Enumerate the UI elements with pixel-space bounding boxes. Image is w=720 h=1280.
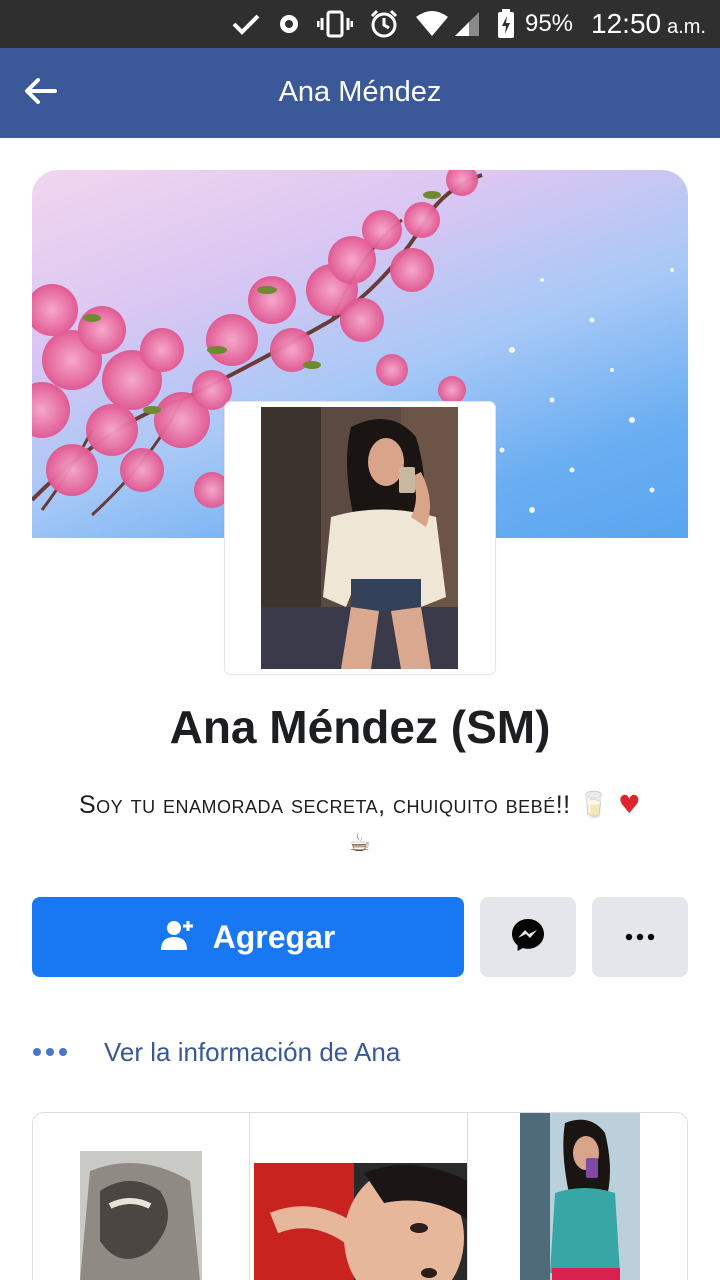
add-person-icon [160, 919, 195, 956]
profile-picture[interactable] [225, 402, 495, 674]
view-info-link[interactable]: Ver la información de Ana [32, 1030, 400, 1074]
photo-thumbnail[interactable] [33, 1113, 251, 1280]
status-bar: 95% 12:50 a.m. [0, 0, 720, 48]
photo-image [80, 1151, 202, 1280]
ellipsis-icon [32, 1047, 72, 1057]
more-horizontal-icon [625, 928, 655, 946]
add-friend-label: Agregar [212, 918, 336, 955]
view-info-label: Ver la información de Ana [104, 1036, 401, 1067]
vibrate-icon [316, 0, 353, 48]
photo-image [519, 1113, 640, 1280]
profile-photo [261, 407, 458, 669]
add-friend-button[interactable]: Agregar [32, 897, 464, 977]
battery-percent: 95% [524, 10, 574, 37]
profile-bio: Soy tu enamorada secreta, chuiquito bebé… [30, 786, 690, 862]
photos-grid [32, 1112, 688, 1280]
signal-icon [453, 0, 481, 48]
photo-image [254, 1163, 468, 1280]
profile-name: Ana Méndez (SM) [169, 701, 551, 753]
more-options-button[interactable] [592, 897, 688, 977]
messenger-button[interactable] [480, 897, 576, 977]
app-bar: Ana Méndez [0, 48, 720, 138]
photo-thumbnail[interactable] [467, 1113, 687, 1280]
messenger-icon [511, 918, 545, 957]
bio-text: Soy tu enamorada secreta, chuiquito bebé… [78, 791, 571, 819]
clock-ampm: a.m. [667, 15, 706, 38]
alarm-icon [369, 0, 399, 48]
photo-thumbnail[interactable] [250, 1113, 468, 1280]
record-icon [277, 0, 301, 48]
page-title: Ana Méndez [278, 76, 442, 108]
check-icon [231, 0, 261, 48]
clock-time: 12:50 [591, 8, 662, 39]
bio-emoji-coffee: ☕ [348, 828, 372, 857]
wifi-icon [415, 0, 449, 48]
bio-emoji-milk-heart: 🥛 ♥ [578, 790, 642, 819]
battery-icon [497, 0, 515, 48]
